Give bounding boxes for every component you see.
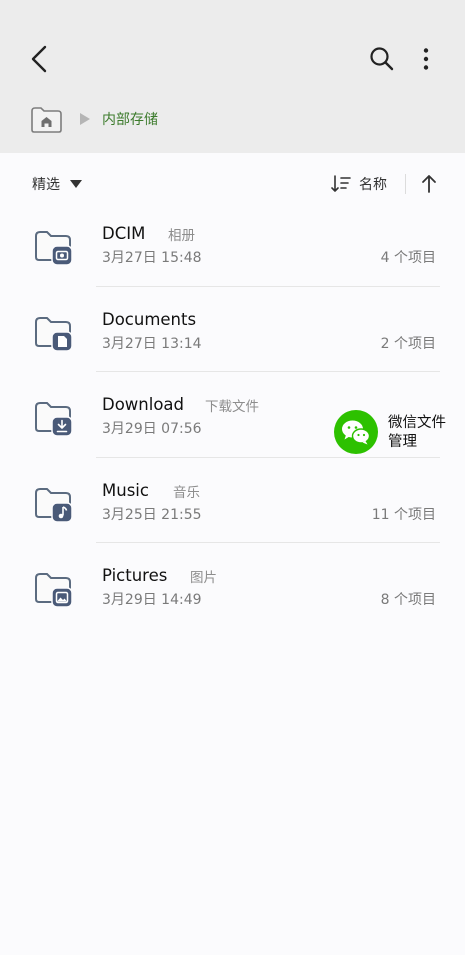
folder-alias: 音乐 <box>173 484 200 501</box>
folder-date: 3月27日 13:14 <box>102 335 202 352</box>
arrow-up-icon <box>422 175 436 193</box>
sort-divider <box>405 174 406 194</box>
folder-icon <box>35 316 73 352</box>
folder-item-count: 8 个项目 <box>380 592 436 608</box>
back-button[interactable] <box>24 42 54 76</box>
folder-icon <box>35 402 73 437</box>
folder-name: Download <box>102 395 185 414</box>
folder-icon <box>35 231 73 266</box>
folder-row-documents[interactable]: Documents 3月27日 13:14 2 个项目 <box>0 287 465 372</box>
folder-name: Pictures <box>102 566 168 585</box>
folder-row-music[interactable]: Music 音乐 3月25日 21:55 11 个项目 <box>0 458 465 543</box>
folder-name: DCIM <box>102 224 146 243</box>
chevron-left-icon <box>31 45 47 73</box>
filter-dropdown[interactable]: 精选 <box>32 173 82 195</box>
sort-icon <box>331 175 351 192</box>
wechat-logo-icon <box>334 410 378 454</box>
folder-date: 3月29日 14:49 <box>102 592 202 608</box>
search-icon <box>370 47 394 71</box>
dropdown-arrow-icon <box>70 180 82 188</box>
folder-row-pictures[interactable]: Pictures 图片 3月29日 14:49 8 个项目 <box>0 543 465 629</box>
wechat-label-line1: 微信文件 <box>388 415 446 431</box>
top-app-bar: 内部存储 <box>0 0 465 153</box>
folder-icon <box>35 573 73 608</box>
breadcrumb-current[interactable]: 内部存储 <box>102 110 158 130</box>
folder-date: 3月29日 07:56 <box>102 421 202 437</box>
folder-name: Music <box>102 480 149 500</box>
folder-row-dcim[interactable]: DCIM 相册 3月27日 15:48 4 个项目 <box>0 201 465 287</box>
folder-name: Documents <box>102 309 197 329</box>
breadcrumb-separator <box>80 113 90 125</box>
folder-date: 3月25日 21:55 <box>102 506 202 523</box>
folder-icon <box>35 487 73 523</box>
wechat-shortcut-label: 微信文件 管理 <box>388 414 464 452</box>
folder-alias: 相册 <box>168 228 195 244</box>
folder-alias: 图片 <box>190 570 217 586</box>
wechat-file-manager-shortcut[interactable]: 微信文件 管理 <box>332 408 465 460</box>
folder-date: 3月27日 15:48 <box>102 250 202 266</box>
search-button[interactable] <box>366 42 398 76</box>
home-breadcrumb-button[interactable] <box>30 106 63 134</box>
folder-alias: 下载文件 <box>205 399 259 415</box>
sort-by-name-button[interactable]: 名称 <box>331 171 387 197</box>
sort-label: 名称 <box>359 177 387 193</box>
folder-item-count: 11 个项目 <box>371 506 436 523</box>
folder-item-count: 4 个项目 <box>380 250 436 266</box>
more-vertical-icon <box>423 48 429 70</box>
filter-label: 精选 <box>32 177 60 193</box>
file-list-panel: 精选 名称 DCIM 相册 3月27日 15:48 4 个项目 Document… <box>0 153 465 955</box>
more-options-button[interactable] <box>412 42 440 76</box>
wechat-label-line2: 管理 <box>388 434 417 450</box>
folder-item-count: 2 个项目 <box>380 335 436 352</box>
home-folder-icon <box>31 107 62 133</box>
sort-direction-button[interactable] <box>416 171 442 197</box>
